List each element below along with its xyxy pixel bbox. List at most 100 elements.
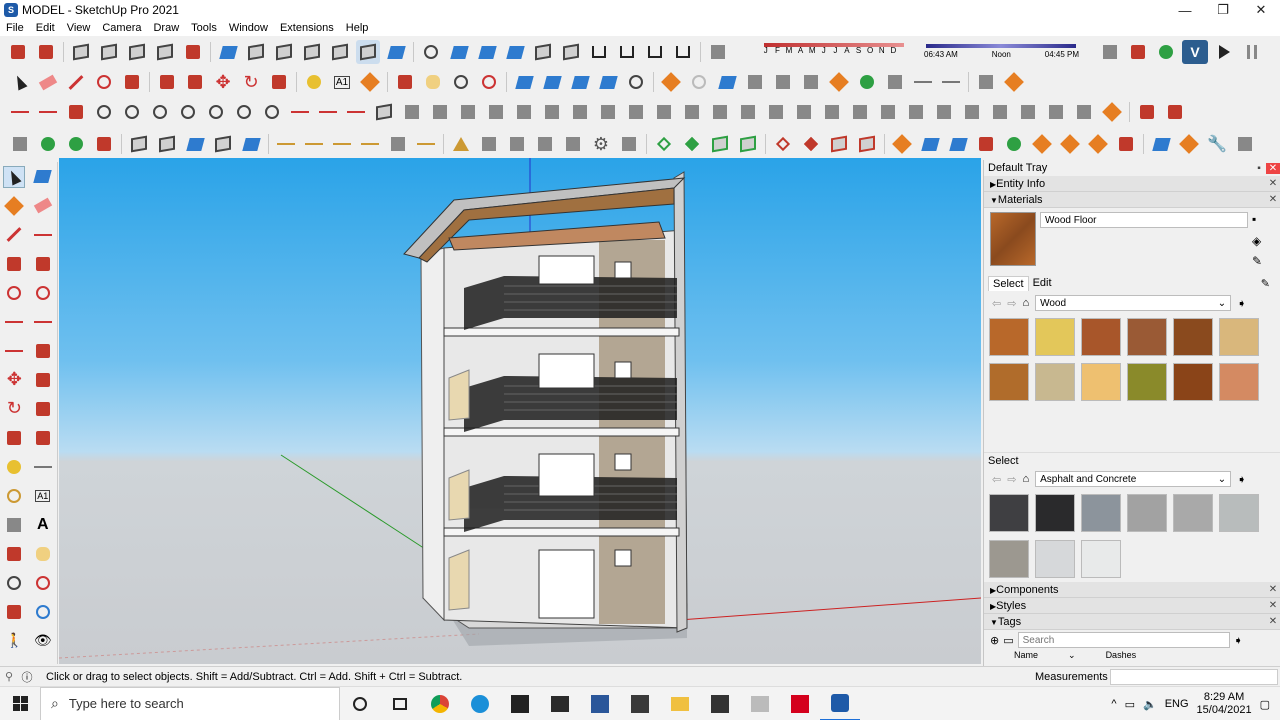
menu-draw[interactable]: Draw (147, 22, 185, 34)
search-left-icon[interactable] (32, 601, 54, 623)
3d-text-icon[interactable]: A (32, 514, 54, 536)
panel-tags[interactable]: ▼Tags ✕ (984, 614, 1280, 630)
vray-fx-icon[interactable] (799, 70, 823, 94)
component-icon[interactable] (32, 166, 54, 188)
array-tool-4-icon[interactable] (211, 132, 235, 156)
components-close-icon[interactable]: ✕ (1266, 584, 1280, 595)
section-cuts-icon[interactable] (568, 70, 592, 94)
curve-tool-9-icon[interactable] (232, 100, 256, 124)
arc-tool-icon[interactable] (92, 70, 116, 94)
section-plane-icon[interactable] (512, 70, 536, 94)
concrete-swatch[interactable] (1035, 539, 1075, 578)
library-select-asphalt[interactable]: Asphalt and Concrete ⌄ (1035, 471, 1232, 487)
roof-tool-4-icon[interactable] (533, 132, 557, 156)
text-tool-icon[interactable]: A1 (330, 70, 354, 94)
wood-swatch[interactable] (1081, 362, 1121, 401)
curve-tool-12-icon[interactable] (316, 100, 340, 124)
curve-tool-8-icon[interactable] (204, 100, 228, 124)
time-slider[interactable] (926, 44, 1076, 48)
push-pull-left-icon[interactable] (32, 369, 54, 391)
line-tool-icon[interactable] (64, 70, 88, 94)
file-explorer-icon[interactable] (660, 687, 700, 720)
minimize-button[interactable]: — (1166, 0, 1204, 20)
forward-arrow-2-icon[interactable]: ⇨ (1007, 473, 1016, 486)
house-front-icon[interactable] (615, 40, 639, 64)
curve-tool-10-icon[interactable] (260, 100, 284, 124)
push-pull-icon[interactable] (155, 70, 179, 94)
wood-swatch[interactable] (1219, 318, 1259, 356)
green-diamond-2-icon[interactable] (680, 132, 704, 156)
curve-tool-28-icon[interactable] (764, 100, 788, 124)
tray-pin-icon[interactable]: ▪ (1252, 163, 1266, 174)
iso-view-icon[interactable] (419, 40, 443, 64)
red-cube-icon[interactable] (827, 132, 851, 156)
curve-tool-34-icon[interactable] (932, 100, 956, 124)
curve-tool-5-icon[interactable] (120, 100, 144, 124)
plugin-tool-1-icon[interactable] (1135, 100, 1159, 124)
shaded-icon[interactable] (328, 40, 352, 64)
dimension-icon[interactable] (32, 456, 54, 478)
curve-tool-31-icon[interactable] (848, 100, 872, 124)
curve-tool-35-icon[interactable] (960, 100, 984, 124)
panel-entity-info[interactable]: ▶Entity Info ✕ (984, 176, 1280, 192)
paint-icon[interactable] (3, 195, 25, 217)
dim-tool-6-icon[interactable] (414, 132, 438, 156)
tags-search-input[interactable] (1017, 632, 1230, 648)
concrete-swatch[interactable] (1127, 494, 1167, 532)
joint-push-pull-icon[interactable] (890, 132, 914, 156)
left-view-icon[interactable] (559, 40, 583, 64)
wood-swatch[interactable] (1219, 362, 1259, 401)
vray-lights-icon[interactable] (743, 70, 767, 94)
dim-tool-1-icon[interactable] (274, 132, 298, 156)
eraser-icon[interactable] (32, 195, 54, 217)
wood-swatch[interactable] (1035, 362, 1075, 401)
default-material-icon[interactable]: ◈ (1252, 234, 1261, 248)
dim-tool-2-icon[interactable] (302, 132, 326, 156)
curve-tool-11-icon[interactable] (288, 100, 312, 124)
curve-tool-22-icon[interactable] (596, 100, 620, 124)
sample-paint-icon[interactable]: ✎ (1252, 254, 1262, 268)
2pt-arc-icon[interactable] (32, 311, 54, 333)
roof-tool-3-icon[interactable] (505, 132, 529, 156)
rotate-tool-icon[interactable]: ↻ (239, 70, 263, 94)
render-pause-icon[interactable] (1240, 40, 1264, 64)
red-cubes-icon[interactable] (855, 132, 879, 156)
red-diamond-2-icon[interactable] (799, 132, 823, 156)
measurements-input[interactable] (1110, 669, 1278, 685)
extension-2-icon[interactable] (1177, 132, 1201, 156)
zoom-extents-left-icon[interactable] (3, 601, 25, 623)
curve-tool-18-icon[interactable] (484, 100, 508, 124)
zoom-left-icon[interactable] (3, 572, 25, 594)
joint-6-icon[interactable] (1058, 132, 1082, 156)
text-icon[interactable]: A1 (32, 485, 54, 507)
tags-close-icon[interactable]: ✕ (1266, 616, 1280, 627)
wood-swatch[interactable] (1127, 362, 1167, 401)
tab-edit[interactable]: Edit (1029, 276, 1056, 290)
close-button[interactable]: ✕ (1242, 0, 1280, 20)
chrome-icon[interactable] (420, 687, 460, 720)
curve-tool-21-icon[interactable] (568, 100, 592, 124)
layout-icon[interactable] (1126, 40, 1150, 64)
move-tool-icon[interactable]: ✥ (211, 70, 235, 94)
array-tool-5-icon[interactable] (239, 132, 263, 156)
vray-sound-icon[interactable] (883, 70, 907, 94)
curve-tool-36-icon[interactable] (988, 100, 1012, 124)
curve-tool-2-icon[interactable] (36, 100, 60, 124)
task-view-icon[interactable] (380, 687, 420, 720)
curve-tool-30-icon[interactable] (820, 100, 844, 124)
joint-1-icon[interactable] (918, 132, 942, 156)
select-tool-icon[interactable] (8, 70, 32, 94)
curve-tool-3-icon[interactable] (64, 100, 88, 124)
vray-icon[interactable]: V (1182, 40, 1208, 64)
vray-material-icon[interactable] (715, 70, 739, 94)
rotate-icon[interactable]: ↻ (3, 398, 25, 420)
back-arrow-2-icon[interactable]: ⇦ (992, 473, 1001, 486)
front-view-icon[interactable] (475, 40, 499, 64)
home-icon[interactable]: ⌂ (1022, 297, 1029, 309)
panel-components[interactable]: ▶Components ✕ (984, 582, 1280, 598)
green-cube-icon[interactable] (708, 132, 732, 156)
curve-tool-24-icon[interactable] (652, 100, 676, 124)
3pt-arc-icon[interactable] (3, 340, 25, 362)
section-fill-icon[interactable] (596, 70, 620, 94)
col-name-header[interactable]: Name (1014, 650, 1038, 662)
